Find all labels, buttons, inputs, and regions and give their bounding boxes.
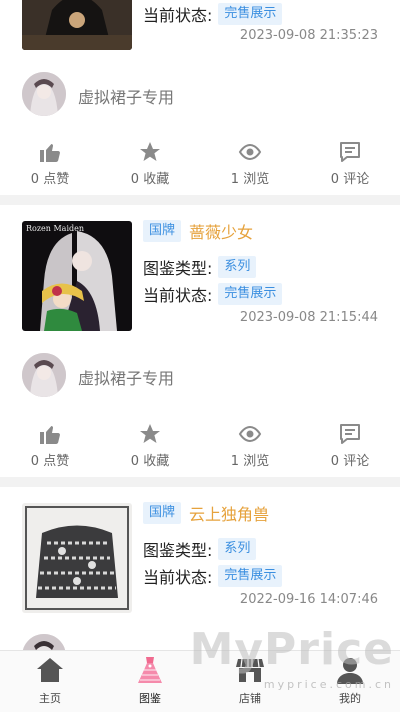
view-stat: 1 浏览 — [200, 422, 300, 469]
tab-catalog-label: 图鉴 — [139, 692, 161, 705]
comment-icon — [340, 424, 360, 444]
thumbs-up-icon — [40, 426, 60, 444]
brand-name[interactable]: 蔷薇少女 — [189, 223, 253, 242]
like-stat[interactable]: 0 点赞 — [0, 422, 100, 469]
like-count: 0 点赞 — [30, 454, 70, 469]
view-stat: 1 浏览 — [200, 140, 300, 187]
brand-row: 国牌 蔷薇少女 — [143, 219, 253, 245]
catalog-card[interactable]: 国牌 云上独角兽 图鉴类型: 系列 当前状态: 完售展示 2022-09-16 14:… — [0, 487, 400, 678]
post-time: 2022-09-16 14:07:46 — [239, 592, 378, 607]
brand-tag: 国牌 — [143, 502, 182, 524]
tab-shop[interactable]: 店铺 — [200, 655, 300, 706]
tab-shop-label: 店铺 — [239, 692, 261, 705]
view-count: 1 浏览 — [230, 454, 270, 469]
type-label: 图鉴类型: — [143, 259, 213, 278]
thumbnail-caption: Rozen Maiden — [26, 224, 85, 233]
status-row: 当前状态: 完售展示 — [143, 2, 283, 26]
tab-home-label: 主页 — [39, 692, 61, 705]
comment-count: 0 评论 — [330, 172, 370, 187]
brand-tag: 国牌 — [143, 220, 182, 242]
comment-icon — [340, 142, 360, 162]
tab-home[interactable]: 主页 — [0, 655, 100, 706]
item-thumbnail[interactable] — [22, 0, 132, 50]
thumbs-up-icon — [40, 144, 60, 162]
status-label: 当前状态: — [143, 6, 213, 25]
like-stat[interactable]: 0 点赞 — [0, 140, 100, 187]
stats-bar: 0 点赞 0 收藏 1 浏览 0 评论 — [0, 140, 400, 188]
user-icon — [337, 658, 363, 684]
type-badge: 系列 — [218, 256, 257, 278]
status-label: 当前状态: — [143, 286, 213, 305]
catalog-card[interactable]: Rozen Maiden 国牌 蔷薇少女 图鉴类型: 系列 当前状态: 完售展示 20… — [0, 205, 400, 477]
favorite-count: 0 收藏 — [130, 172, 170, 187]
star-icon — [140, 142, 160, 161]
dress-icon — [138, 657, 162, 683]
shop-icon — [236, 658, 264, 682]
star-icon — [140, 424, 160, 443]
card-divider — [0, 477, 400, 487]
type-row: 图鉴类型: 系列 — [143, 537, 257, 561]
author-name[interactable]: 虚拟裙子专用 — [78, 84, 174, 108]
brand-name[interactable]: 云上独角兽 — [189, 505, 269, 524]
card-divider — [0, 195, 400, 205]
status-badge: 完售展示 — [218, 283, 283, 305]
status-label: 当前状态: — [143, 568, 213, 587]
type-row: 图鉴类型: 系列 — [143, 255, 257, 279]
post-time: 2023-09-08 21:35:23 — [239, 28, 378, 43]
status-badge: 完售展示 — [218, 3, 283, 25]
brand-row: 国牌 云上独角兽 — [143, 501, 269, 527]
eye-icon — [238, 143, 262, 161]
comment-count: 0 评论 — [330, 454, 370, 469]
tab-catalog[interactable]: 图鉴 — [100, 655, 200, 706]
favorite-stat[interactable]: 0 收藏 — [100, 422, 200, 469]
status-row: 当前状态: 完售展示 — [143, 282, 283, 306]
type-badge: 系列 — [218, 538, 257, 560]
author-name[interactable]: 虚拟裙子专用 — [78, 365, 174, 389]
tab-mine-label: 我的 — [339, 692, 361, 705]
favorite-stat[interactable]: 0 收藏 — [100, 140, 200, 187]
item-thumbnail[interactable] — [22, 503, 132, 613]
item-thumbnail[interactable]: Rozen Maiden — [22, 221, 132, 331]
status-row: 当前状态: 完售展示 — [143, 564, 283, 588]
favorite-count: 0 收藏 — [130, 454, 170, 469]
catalog-card[interactable]: 当前状态: 完售展示 2023-09-08 21:35:23 虚拟裙子专用 0 点… — [0, 0, 400, 200]
status-badge: 完售展示 — [218, 565, 283, 587]
eye-icon — [238, 425, 262, 443]
avatar[interactable] — [22, 353, 66, 397]
view-count: 1 浏览 — [230, 172, 270, 187]
bottom-tab-bar: 主页 图鉴 店铺 我的 — [0, 650, 400, 712]
avatar[interactable] — [22, 72, 66, 116]
like-count: 0 点赞 — [30, 172, 70, 187]
type-label: 图鉴类型: — [143, 541, 213, 560]
comment-stat[interactable]: 0 评论 — [300, 422, 400, 469]
comment-stat[interactable]: 0 评论 — [300, 140, 400, 187]
home-icon — [37, 658, 63, 682]
post-time: 2023-09-08 21:15:44 — [239, 310, 378, 325]
stats-bar: 0 点赞 0 收藏 1 浏览 0 评论 — [0, 422, 400, 470]
tab-mine[interactable]: 我的 — [300, 655, 400, 706]
